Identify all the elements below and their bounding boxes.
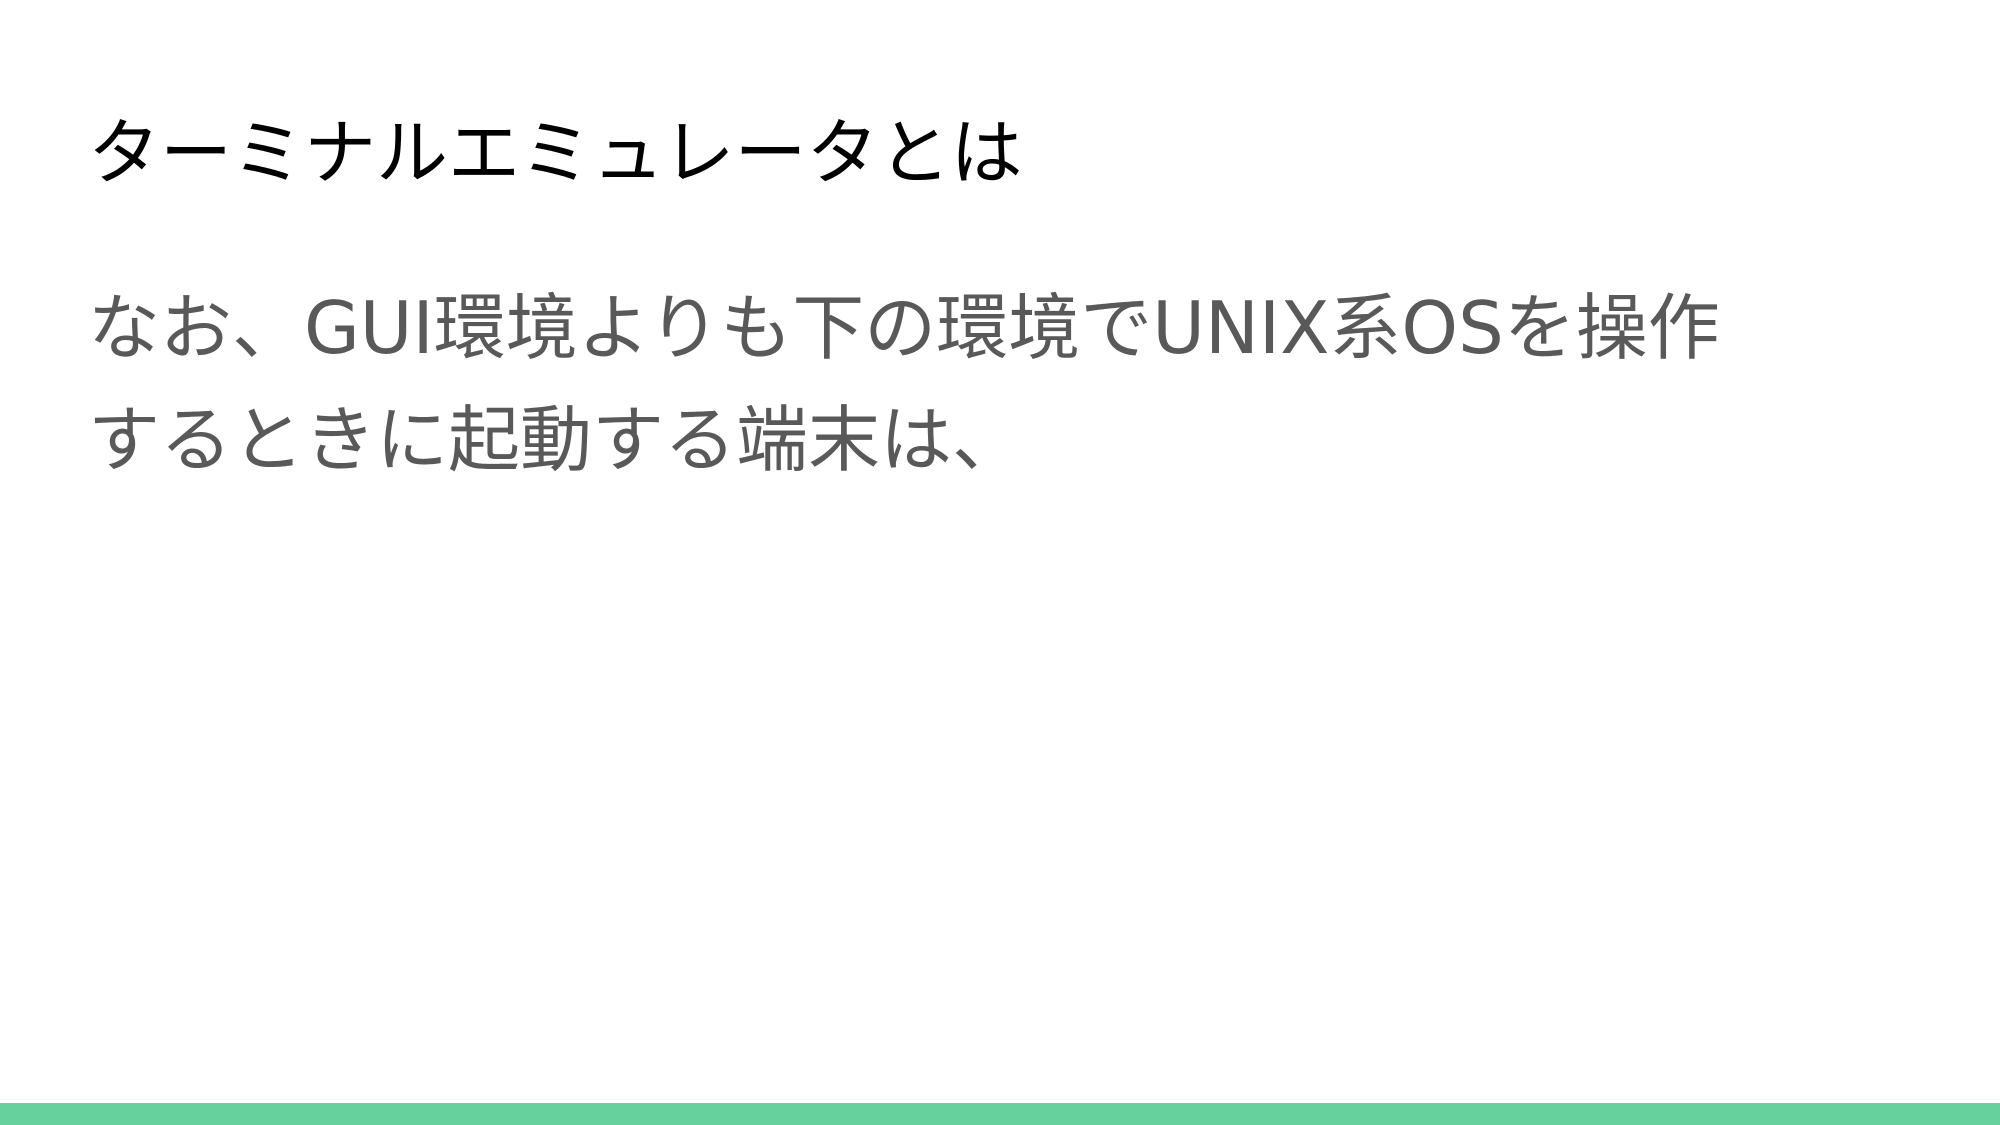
slide: ターミナルエミュレータとは なお、GUI環境よりも下の環境でUNIX系OSを操作… <box>0 0 2000 1125</box>
accent-bar <box>0 1103 2000 1125</box>
slide-body: なお、GUI環境よりも下の環境でUNIX系OSを操作 するときに起動する端末は、 <box>88 272 1888 497</box>
body-line-2: するときに起動する端末は、 <box>88 398 1025 483</box>
body-line-1: なお、GUI環境よりも下の環境でUNIX系OSを操作 <box>88 286 1720 370</box>
slide-title: ターミナルエミュレータとは <box>88 111 1023 195</box>
